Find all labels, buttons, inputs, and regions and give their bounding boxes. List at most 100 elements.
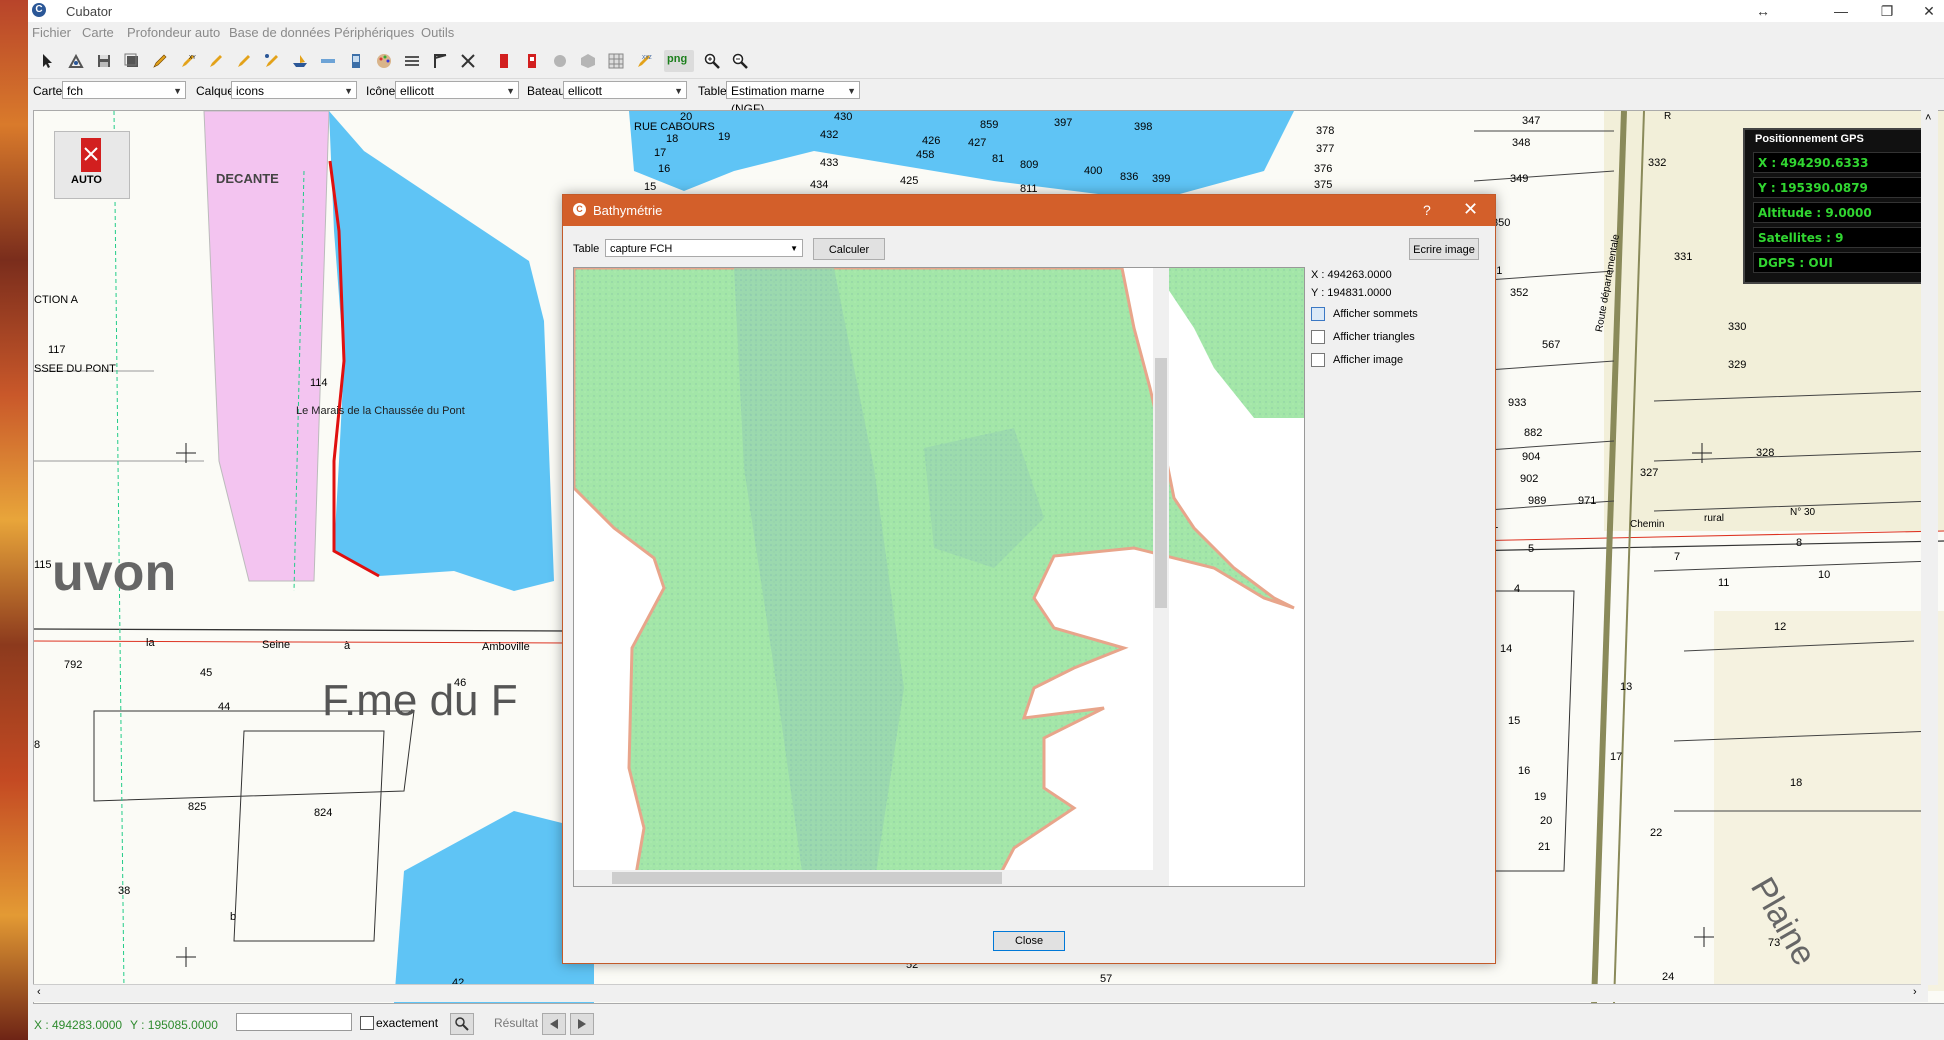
pencil-line-icon[interactable] <box>204 50 228 72</box>
dialog-table-select[interactable]: capture FCH ▼ <box>605 239 803 257</box>
dialog-title-bar: C Bathymétrie ? ✕ <box>563 195 1495 226</box>
parcel-number: 399 <box>1152 173 1171 185</box>
arrow-right-icon <box>578 1019 586 1029</box>
gps-tool-icon[interactable] <box>64 50 88 72</box>
parcel-number: 567 <box>1542 339 1561 351</box>
menu-peripheriques[interactable]: Périphériques <box>334 25 414 40</box>
auto-marker-icon <box>81 138 101 172</box>
menu-fichier[interactable]: Fichier <box>32 25 71 40</box>
view-hscroll-thumb[interactable] <box>612 872 1002 884</box>
parcel-number: 13 <box>1620 681 1633 693</box>
close-button[interactable]: Close <box>993 931 1065 951</box>
parcel-number: 20 <box>680 111 693 123</box>
pencil-xy-icon[interactable]: XY <box>176 50 200 72</box>
dialog-close-icon[interactable]: ✕ <box>1463 199 1478 220</box>
scroll-up-icon[interactable]: ˄ <box>1925 112 1931 124</box>
exactement-checkbox[interactable] <box>360 1016 374 1030</box>
combo-bar: Carte fch ▼ Calque icons ▼ Icône ellicott ▼… <box>28 79 1944 116</box>
parcel-number: 329 <box>1728 359 1747 371</box>
help-button[interactable]: ? <box>1423 202 1431 218</box>
status-x: X : 494283.0000 <box>34 1018 123 1032</box>
bathymetrie-dialog: C Bathymétrie ? ✕ Table capture FCH ▼ Cal… <box>562 194 1496 964</box>
minimize-button[interactable]: — <box>1818 0 1864 22</box>
search-button[interactable] <box>450 1013 474 1035</box>
ecrire-image-button[interactable]: Ecrire image <box>1409 238 1479 260</box>
afficher-image-checkbox[interactable] <box>1311 353 1325 367</box>
menu-profondeur-auto[interactable]: Profondeur auto <box>127 25 220 40</box>
scroll-right-icon[interactable]: › <box>1913 986 1917 998</box>
scroll-left-icon[interactable]: ‹ <box>37 986 41 998</box>
parcel-number: 331 <box>1674 251 1693 263</box>
table-select[interactable]: Estimation marne (NGF) ▼ <box>726 81 860 116</box>
save-all-icon[interactable] <box>120 50 144 72</box>
crane-icon[interactable] <box>428 50 452 72</box>
calculer-button[interactable]: Calculer <box>813 238 885 260</box>
map-label-115: 115 <box>34 559 52 571</box>
next-result-button[interactable] <box>570 1013 594 1035</box>
icone-select[interactable]: ellicott ▼ <box>395 81 519 99</box>
device-icon[interactable] <box>344 50 368 72</box>
menu-base-de-donnees[interactable]: Base de données <box>229 25 330 40</box>
gps-dgps: DGPS : OUI <box>1753 252 1927 273</box>
parcel-number: 15 <box>644 181 657 193</box>
map-label-ction: CTION A <box>34 294 79 306</box>
previous-result-button[interactable] <box>542 1013 566 1035</box>
red-marker-alt-icon[interactable] <box>520 50 544 72</box>
pointer-tool-icon[interactable] <box>36 50 60 72</box>
tools-icon[interactable] <box>456 50 480 72</box>
bathymetry-view[interactable] <box>573 267 1305 887</box>
chevron-down-icon: ▼ <box>344 86 353 96</box>
palette-icon[interactable] <box>372 50 396 72</box>
zoom-in-icon[interactable] <box>700 50 724 72</box>
boat-tool-icon[interactable] <box>288 50 312 72</box>
view-vertical-scrollbar[interactable] <box>1153 268 1169 870</box>
afficher-sommets-checkbox[interactable] <box>1311 307 1325 321</box>
map-horizontal-scrollbar[interactable]: ‹ › <box>33 984 1928 1002</box>
save-icon[interactable] <box>92 50 116 72</box>
map-label-la: la <box>146 637 155 649</box>
ruler-icon[interactable] <box>316 50 340 72</box>
map-label-46: 46 <box>454 677 467 689</box>
xyz-export-icon[interactable]: XYZ <box>632 50 656 72</box>
view-vscroll-thumb[interactable] <box>1155 358 1167 608</box>
chevron-down-icon: ▼ <box>674 86 683 96</box>
arrow-left-icon <box>550 1019 558 1029</box>
bateau-select[interactable]: ellicott ▼ <box>563 81 687 99</box>
parcel-number: 14 <box>1500 643 1513 655</box>
resize-arrows-icon[interactable]: ↔ <box>1740 0 1786 22</box>
parcel-number: 19 <box>1534 791 1547 803</box>
parcel-number: 458 <box>916 149 935 161</box>
close-window-button[interactable]: ✕ <box>1906 0 1944 22</box>
afficher-triangles-checkbox[interactable] <box>1311 330 1325 344</box>
parcel-number: 971 <box>1578 495 1597 507</box>
sphere-icon[interactable] <box>548 50 572 72</box>
pencil-point-icon[interactable] <box>260 50 284 72</box>
layers-icon[interactable] <box>400 50 424 72</box>
auto-mode-button[interactable]: AUTO <box>54 131 130 199</box>
map-label-44: 44 <box>218 701 231 713</box>
carte-select[interactable]: fch ▼ <box>62 81 186 99</box>
parcel-number: 328 <box>1756 447 1775 459</box>
search-input[interactable] <box>236 1013 352 1031</box>
parcel-number: 902 <box>1520 473 1539 485</box>
map-label-fme: F.me du F <box>322 676 518 725</box>
map-vertical-scrollbar[interactable]: ˄ <box>1921 110 1938 985</box>
calque-select[interactable]: icons ▼ <box>231 81 357 99</box>
menu-outils[interactable]: Outils <box>421 25 454 40</box>
zoom-out-icon[interactable] <box>728 50 752 72</box>
pencil-icon[interactable] <box>148 50 172 72</box>
cube-icon[interactable] <box>576 50 600 72</box>
parcel-number: 859 <box>980 119 999 131</box>
restore-button[interactable]: ❐ <box>1864 0 1910 22</box>
dialog-y-readout: Y : 194831.0000 <box>1311 287 1392 299</box>
parcel-number: 18 <box>666 133 679 145</box>
grid-icon[interactable] <box>604 50 628 72</box>
pencil-polygon-icon[interactable] <box>232 50 256 72</box>
red-marker-icon[interactable] <box>492 50 516 72</box>
menu-carte[interactable]: Carte <box>82 25 114 40</box>
map-label-a: à <box>344 640 351 652</box>
parcel-number: 836 <box>1120 171 1139 183</box>
parcel-number: 400 <box>1084 165 1103 177</box>
png-export-button[interactable]: png <box>664 50 694 72</box>
view-horizontal-scrollbar[interactable] <box>574 870 1169 886</box>
